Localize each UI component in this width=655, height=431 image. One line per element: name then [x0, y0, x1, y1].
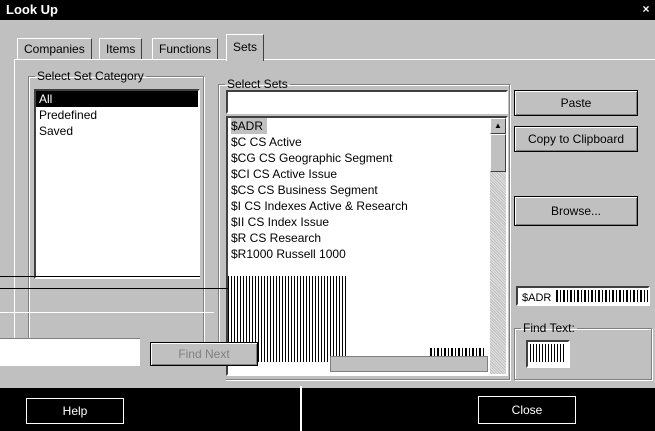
tab-items[interactable]: Items: [99, 38, 143, 60]
close-button[interactable]: Close: [478, 396, 576, 424]
list-item[interactable]: $R CS Research: [228, 230, 506, 246]
category-item-predefined[interactable]: Predefined: [36, 107, 198, 123]
horizontal-scrollbar[interactable]: [330, 356, 488, 372]
paste-button[interactable]: Paste: [514, 90, 638, 116]
list-item[interactable]: $R1000 Russell 1000: [228, 246, 506, 262]
category-item-all[interactable]: All: [36, 91, 198, 107]
render-artifact: [0, 338, 140, 367]
list-item[interactable]: $II CS Index Issue: [228, 214, 506, 230]
tab-functions[interactable]: Functions: [152, 38, 219, 60]
window-title: Look Up: [6, 2, 58, 17]
render-artifact: [0, 312, 214, 313]
find-next-button[interactable]: Find Next: [150, 342, 258, 366]
tab-sets[interactable]: Sets: [226, 34, 265, 61]
render-artifact: [0, 276, 200, 277]
render-artifact: [300, 386, 302, 431]
tab-companies[interactable]: Companies: [17, 38, 92, 60]
copy-to-clipboard-button[interactable]: Copy to Clipboard: [514, 126, 638, 152]
sets-vertical-scrollbar[interactable]: ▲: [490, 118, 506, 374]
set-category-legend: Select Set Category: [37, 69, 144, 83]
scroll-up-icon[interactable]: ▲: [490, 118, 506, 134]
browse-button[interactable]: Browse...: [514, 196, 638, 226]
list-item[interactable]: $I CS Indexes Active & Research: [228, 198, 506, 214]
selected-set-preview-text: $ADR: [522, 292, 552, 304]
title-bar: Look Up ×: [0, 0, 655, 20]
render-artifact: [530, 344, 564, 362]
list-item[interactable]: $CG CS Geographic Segment: [228, 150, 506, 166]
close-icon[interactable]: ×: [639, 1, 653, 17]
list-item[interactable]: $ADR: [228, 118, 506, 134]
render-artifact: [556, 290, 648, 302]
render-artifact: [0, 366, 226, 388]
set-category-list[interactable]: All Predefined Saved: [34, 89, 200, 279]
category-item-saved[interactable]: Saved: [36, 123, 198, 139]
list-item[interactable]: $CS CS Business Segment: [228, 182, 506, 198]
list-item[interactable]: $CI CS Active Issue: [228, 166, 506, 182]
scroll-thumb[interactable]: [490, 134, 506, 172]
lookup-window: Look Up × Companies Items Functions Sets…: [0, 0, 655, 431]
help-button[interactable]: Help: [26, 398, 124, 424]
select-sets-legend: Select Sets: [227, 77, 288, 91]
sets-search-input[interactable]: [226, 90, 508, 114]
find-text-legend: Find Text:: [523, 321, 575, 335]
list-item[interactable]: $C CS Active: [228, 134, 506, 150]
